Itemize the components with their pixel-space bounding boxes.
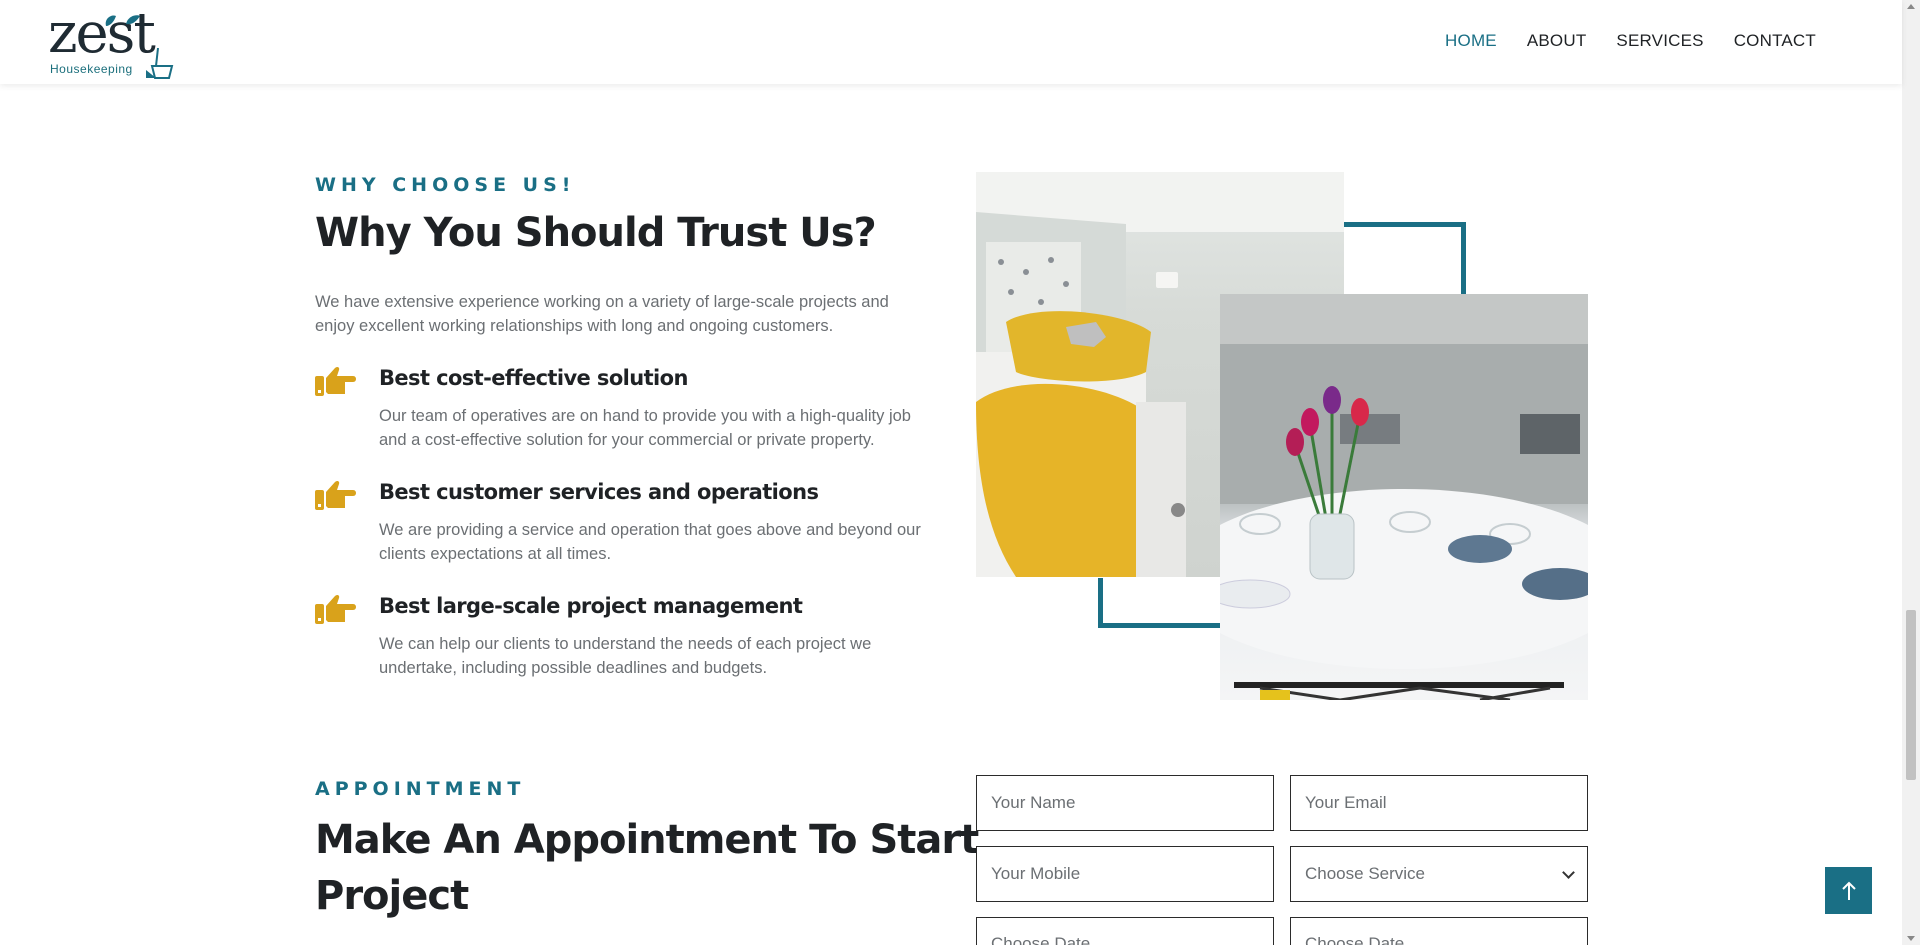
email-field[interactable]: Your Email	[1290, 775, 1588, 831]
scroll-down-arrow-icon[interactable]	[1907, 936, 1915, 941]
feature-text: We are providing a service and operation…	[379, 521, 921, 563]
logo[interactable]: zest Housekeeping	[48, 4, 178, 79]
why-eyebrow: WHY CHOOSE US!	[315, 174, 576, 196]
appointment-eyebrow: APPOINTMENT	[315, 778, 526, 800]
feature-title: Best large-scale project management	[379, 594, 803, 618]
scroll-thumb[interactable]	[1906, 610, 1916, 780]
nav-about[interactable]: ABOUT	[1527, 31, 1587, 51]
appointment-title-line1: Make An Appointment To Start	[315, 817, 979, 863]
dining-table-image	[1220, 294, 1588, 700]
pointing-hand-icon	[315, 594, 356, 624]
pointing-hand-icon	[315, 366, 356, 396]
appointment-title-line2: Project	[315, 873, 469, 919]
site-header: zest Housekeeping HOME ABOUT SERVICES CO…	[0, 0, 1902, 84]
why-title: Why You Should Trust Us?	[315, 210, 877, 256]
page-scrollbar[interactable]	[1902, 0, 1920, 945]
decorative-frame-bottom	[1098, 578, 1222, 628]
why-lead: We have extensive experience working on …	[315, 293, 889, 335]
back-to-top-button[interactable]	[1825, 867, 1872, 914]
nav-home[interactable]: HOME	[1445, 31, 1497, 51]
decorative-frame-top	[1342, 222, 1466, 302]
scroll-up-arrow-icon[interactable]	[1907, 4, 1915, 9]
nav-services[interactable]: SERVICES	[1616, 31, 1703, 51]
date-field-2[interactable]: Choose Date	[1290, 917, 1588, 945]
date2-placeholder: Choose Date	[1305, 934, 1405, 945]
email-placeholder: Your Email	[1305, 793, 1387, 812]
feature-text: We can help our clients to understand th…	[379, 635, 872, 677]
dining-illustration	[1220, 294, 1588, 700]
name-field[interactable]: Your Name	[976, 775, 1274, 831]
leaf-icon	[105, 15, 140, 26]
service-select[interactable]: Choose Service	[1290, 846, 1588, 902]
name-placeholder: Your Name	[991, 793, 1076, 812]
logo-tagline: Housekeeping	[50, 62, 133, 76]
arrow-up-icon	[1841, 881, 1856, 900]
mobile-placeholder: Your Mobile	[991, 864, 1081, 883]
pointing-hand-icon	[315, 480, 356, 510]
service-selected-value: Choose Service	[1305, 864, 1426, 883]
bucket-icon	[146, 48, 174, 79]
feature-title: Best cost-effective solution	[379, 366, 688, 390]
feature-title: Best customer services and operations	[379, 480, 819, 504]
date1-placeholder: Choose Date	[991, 934, 1091, 945]
feature-text: Our team of operatives are on hand to pr…	[379, 407, 911, 449]
mobile-field[interactable]: Your Mobile	[976, 846, 1274, 902]
nav-contact[interactable]: CONTACT	[1734, 31, 1816, 51]
chevron-down-icon	[1562, 866, 1575, 879]
main-nav: HOME ABOUT SERVICES CONTACT	[1445, 31, 1816, 51]
date-field-1[interactable]: Choose Date	[976, 917, 1274, 945]
